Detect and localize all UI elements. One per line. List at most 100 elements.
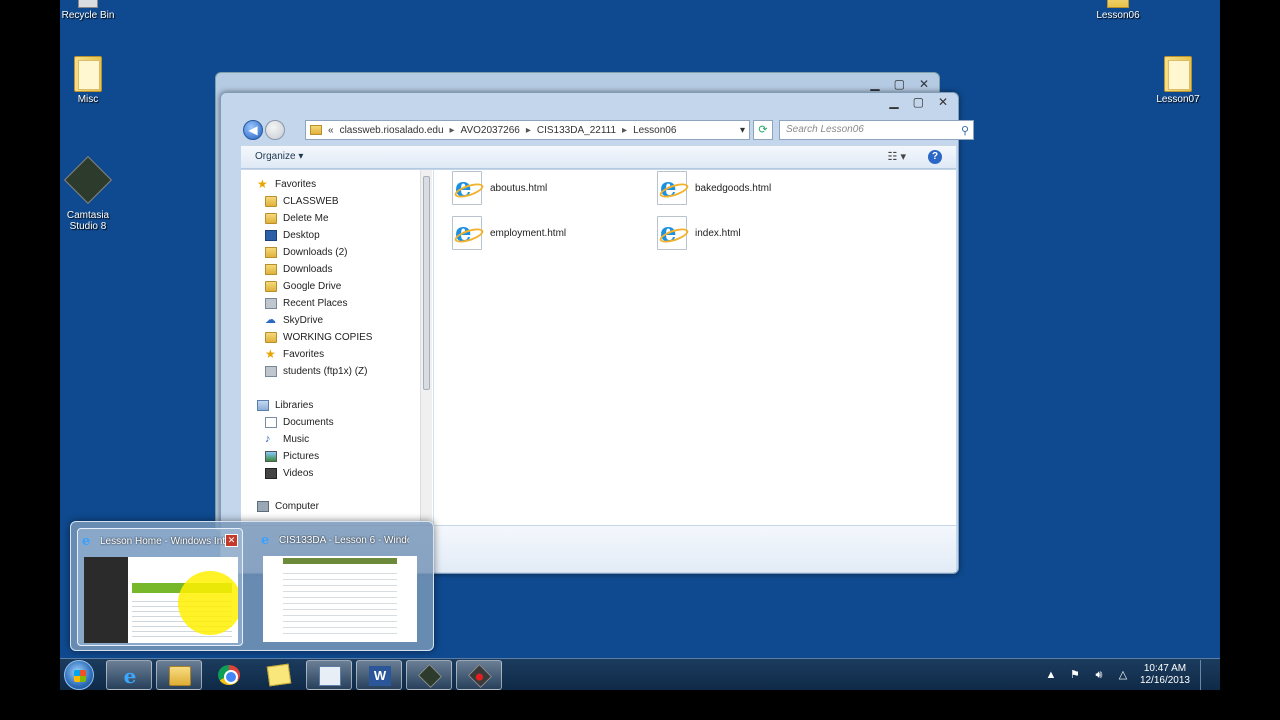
taskbar-ie[interactable]: e (106, 660, 152, 690)
breadcrumb-item[interactable]: Lesson06 (633, 125, 676, 136)
taskbar-camtasia[interactable] (406, 660, 452, 690)
file-item-bakedgoods[interactable]: bakedgoods.html (657, 171, 771, 205)
nav-label: students (ftp1x) (Z) (283, 366, 368, 377)
nav-label: Libraries (275, 400, 314, 411)
window-thumbnail[interactable]: e Lesson Home - Windows Int... ✕ (77, 528, 243, 646)
nav-label: Pictures (283, 451, 320, 462)
word-icon: W (369, 666, 391, 686)
desktop-icon-misc[interactable]: Misc (60, 56, 128, 105)
downloads-folder-icon (265, 264, 277, 275)
nav-item-working-copies[interactable]: WORKING COPIES (265, 329, 372, 346)
nav-item-downloads-2[interactable]: Downloads (2) (265, 244, 347, 261)
nav-item-videos[interactable]: Videos (265, 465, 313, 482)
maximize-icon[interactable]: ▢ (894, 77, 905, 91)
nav-item-downloads[interactable]: Downloads (265, 261, 332, 278)
clock[interactable]: 10:47 AM 12/16/2013 (1140, 663, 1190, 687)
nav-item-classweb[interactable]: CLASSWEB (265, 193, 339, 210)
taskbar-sticky-notes[interactable] (256, 660, 302, 690)
nav-item-google-drive[interactable]: Google Drive (265, 278, 341, 295)
address-bar[interactable]: « classweb.riosalado.edu ▸ AVO2037266 ▸ … (305, 120, 750, 140)
file-list[interactable]: aboutus.html bakedgoods.html employment.… (434, 170, 956, 525)
organize-button[interactable]: Organize ▾ (255, 151, 303, 162)
html-file-icon (452, 171, 482, 205)
nav-libraries-header[interactable]: Libraries (257, 397, 313, 414)
nav-item-desktop[interactable]: Desktop (265, 227, 320, 244)
scrollbar-thumb[interactable] (423, 176, 430, 390)
nav-item-pictures[interactable]: Pictures (265, 448, 319, 465)
nav-label: Delete Me (283, 213, 329, 224)
search-icon[interactable]: ⚲ (961, 124, 969, 137)
nav-label: Computer (275, 501, 319, 512)
nav-computer-header[interactable]: Computer (257, 498, 319, 515)
taskbar-projector[interactable] (306, 660, 352, 690)
camtasia-icon (63, 155, 113, 205)
change-view-icon[interactable]: ☷ ▾ (888, 150, 906, 163)
chevron-right-icon[interactable]: ▸ (622, 125, 627, 136)
nav-label: WORKING COPIES (283, 332, 373, 343)
thumbnail-preview[interactable] (263, 556, 417, 642)
help-icon[interactable]: ? (928, 150, 942, 164)
chevron-down-icon[interactable]: ▾ (740, 125, 745, 136)
nav-item-favorites[interactable]: ★ Favorites (265, 346, 324, 363)
nav-item-students-drive[interactable]: students (ftp1x) (Z) (265, 363, 367, 380)
taskbar-chrome[interactable] (206, 660, 252, 690)
minimize-icon[interactable]: ▁ (889, 95, 898, 109)
desktop-icon-lesson07[interactable]: Lesson07 (1138, 56, 1218, 105)
desktop-icon-lesson06[interactable]: Lesson06 (1078, 0, 1158, 21)
folder-icon (265, 332, 277, 343)
window-caption-buttons: ▁ ▢ ✕ (870, 77, 929, 91)
forward-button[interactable] (265, 120, 285, 140)
recent-places-icon (265, 298, 277, 309)
nav-item-delete-me[interactable]: Delete Me (265, 210, 329, 227)
network-drive-icon (265, 366, 277, 377)
window-caption-buttons: ▁ ▢ ✕ (889, 95, 948, 109)
thumbnail-preview[interactable] (84, 557, 238, 643)
recycle-bin-icon (78, 0, 98, 8)
nav-item-recent-places[interactable]: Recent Places (265, 295, 347, 312)
maximize-icon[interactable]: ▢ (913, 95, 924, 109)
breadcrumb-item[interactable]: classweb.riosalado.edu (340, 125, 444, 136)
back-button[interactable]: ◀ (243, 120, 263, 140)
desktop-icon-camtasia[interactable]: Camtasia Studio 8 (60, 148, 128, 232)
documents-icon (265, 417, 277, 428)
taskbar-word[interactable]: W (356, 660, 402, 690)
taskbar-thumbnail-popup: e Lesson Home - Windows Int... ✕ e CIS13… (70, 521, 434, 651)
nav-item-documents[interactable]: Documents (265, 414, 334, 431)
taskbar-explorer[interactable] (156, 660, 202, 690)
minimize-icon[interactable]: ▁ (870, 77, 879, 91)
folder-icon (1107, 0, 1129, 8)
close-icon[interactable]: ✕ (919, 77, 929, 91)
libraries-icon (257, 400, 269, 411)
desktop-icon-recycle-bin[interactable]: Recycle Bin (60, 0, 128, 21)
projector-icon (319, 666, 341, 686)
nav-favorites-header[interactable]: ★ Favorites (257, 176, 316, 193)
network-icon[interactable]: ⚑ (1068, 669, 1082, 681)
nav-item-skydrive[interactable]: ☁ SkyDrive (265, 312, 323, 329)
breadcrumb-item[interactable]: AVO2037266 (461, 125, 520, 136)
show-hidden-icons-icon[interactable]: ▲ (1044, 669, 1058, 681)
explorer-window[interactable]: ▁ ▢ ✕ ◀ « classweb.riosalado.edu ▸ AVO20… (220, 92, 974, 574)
file-item-aboutus[interactable]: aboutus.html (452, 171, 547, 205)
nav-label: Music (283, 434, 310, 445)
address-row: ◀ « classweb.riosalado.edu ▸ AVO2037266 … (241, 119, 974, 141)
chevron-right-icon[interactable]: ▸ (526, 125, 531, 136)
command-toolbar: Organize ▾ ☷ ▾ ? (241, 145, 956, 169)
close-icon[interactable]: ✕ (225, 534, 238, 547)
breadcrumb-item[interactable]: CIS133DA_22111 (537, 125, 616, 136)
google-drive-icon[interactable]: △ (1116, 669, 1130, 681)
file-item-employment[interactable]: employment.html (452, 216, 566, 250)
navigation-scrollbar[interactable] (420, 170, 432, 525)
close-icon[interactable]: ✕ (938, 95, 948, 109)
file-item-index[interactable]: index.html (657, 216, 741, 250)
window-thumbnail[interactable]: e CIS133DA - Lesson 6 - Windows... (257, 528, 423, 646)
start-button[interactable] (64, 660, 94, 690)
taskbar-camtasia-recorder[interactable] (456, 660, 502, 690)
chevron-right-icon[interactable]: ▸ (450, 125, 455, 136)
search-input[interactable]: Search Lesson06 ⚲ (779, 120, 974, 140)
nav-item-music[interactable]: ♪ Music (265, 431, 309, 448)
refresh-button[interactable]: ⟳ (753, 120, 773, 140)
downloads-folder-icon (265, 247, 277, 258)
breadcrumb-overflow[interactable]: « (328, 125, 334, 136)
volume-icon[interactable]: 🔊︎ (1092, 669, 1106, 681)
show-desktop-button[interactable] (1200, 660, 1208, 690)
